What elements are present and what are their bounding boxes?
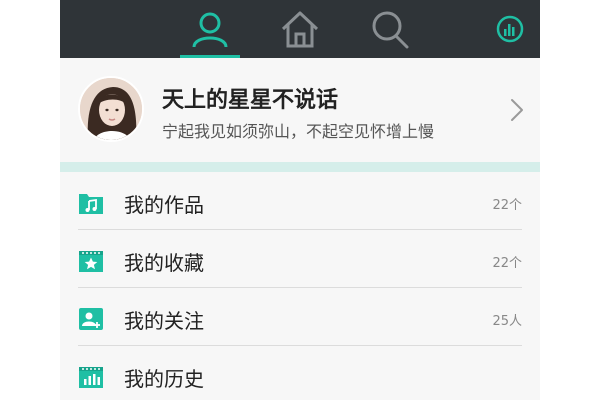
profile-nickname: 天上的星星不说话 — [162, 88, 339, 113]
avatar-image — [80, 78, 142, 140]
chevron-right-icon — [510, 98, 524, 126]
tab-search[interactable] — [360, 0, 420, 58]
person-icon — [192, 12, 228, 48]
top-navigation-bar — [60, 0, 540, 58]
tab-stats[interactable] — [480, 0, 540, 58]
profile-card[interactable]: 天上的星星不说话 宁起我见如须弥山，不起空见怀增上慢 — [60, 58, 540, 162]
app-screen: 天上的星星不说话 宁起我见如须弥山，不起空见怀增上慢 我的作品 22个 我的收藏… — [60, 0, 540, 400]
menu-item-label: 我的历史 — [124, 367, 204, 391]
menu-item-works[interactable]: 我的作品 22个 — [60, 172, 540, 230]
search-icon — [372, 11, 409, 49]
profile-signature: 宁起我见如须弥山，不起空见怀增上慢 — [162, 122, 435, 141]
menu-item-count: 22个 — [492, 256, 522, 271]
star-calendar-icon — [79, 251, 103, 272]
history-chart-icon — [79, 367, 103, 388]
menu-item-following[interactable]: 我的关注 25人 — [60, 288, 540, 346]
menu-item-history[interactable]: 我的历史 — [60, 346, 540, 400]
avatar[interactable] — [78, 76, 144, 142]
tab-home[interactable] — [270, 0, 330, 58]
music-folder-icon — [79, 194, 103, 214]
menu-item-label: 我的关注 — [124, 309, 204, 333]
menu-item-count: 22个 — [492, 198, 522, 213]
stats-icon — [496, 15, 524, 43]
home-icon — [281, 11, 319, 48]
tab-profile[interactable] — [180, 0, 240, 58]
menu-item-count: 25人 — [492, 314, 522, 329]
menu-item-label: 我的收藏 — [124, 251, 204, 275]
add-user-icon — [79, 308, 103, 330]
menu-list: 我的作品 22个 我的收藏 22个 我的关注 25人 我的历史 — [60, 172, 540, 400]
section-divider — [60, 162, 540, 172]
menu-item-label: 我的作品 — [124, 193, 204, 217]
menu-item-favorites[interactable]: 我的收藏 22个 — [60, 230, 540, 288]
